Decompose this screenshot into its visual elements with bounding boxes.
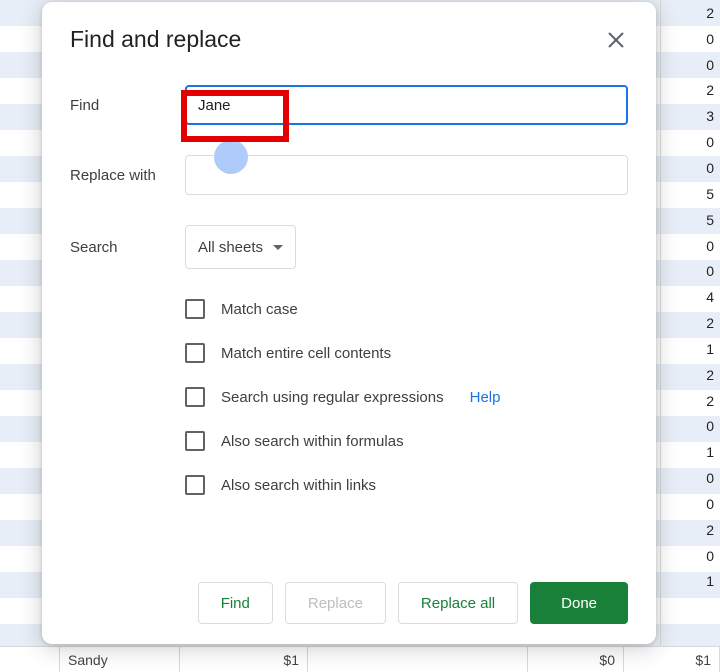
dialog-buttons: Find Replace Replace all Done [70,582,628,624]
right-col-cell: 1 [661,336,720,362]
within-links-checkbox[interactable] [185,475,205,495]
match-entire-checkbox[interactable] [185,343,205,363]
search-scope-select[interactable]: All sheets [185,225,296,269]
right-col-cell: 3 [661,103,720,129]
right-col-cell: 0 [661,543,720,569]
search-scope-value: All sheets [198,239,263,256]
right-col-cell: 5 [661,207,720,233]
find-input[interactable] [185,85,628,125]
right-col-cell: 0 [661,155,720,181]
bottom-val-c: $1 [695,652,711,668]
match-case-checkbox[interactable] [185,299,205,319]
right-col-cell: 2 [661,78,720,104]
find-button[interactable]: Find [198,582,273,624]
right-col-cell: 2 [661,362,720,388]
right-col-cell: 5 [661,181,720,207]
rightmost-column: 20023005500421220100201 [660,0,720,672]
right-col-cell: 1 [661,439,720,465]
within-links-label: Also search within links [221,477,376,494]
find-label: Find [70,97,185,114]
right-col-cell: 1 [661,569,720,595]
right-col-cell: 0 [661,233,720,259]
right-col-cell: 0 [661,414,720,440]
regex-checkbox[interactable] [185,387,205,407]
options-group: Match case Match entire cell contents Se… [185,299,628,495]
replace-button[interactable]: Replace [285,582,386,624]
regex-label: Search using regular expressions [221,389,444,406]
right-col-cell: 0 [661,26,720,52]
match-entire-label: Match entire cell contents [221,345,391,362]
right-col-cell [661,620,720,646]
right-col-cell: 0 [661,52,720,78]
bottom-row: Sandy $1 $0 $1 [0,646,720,672]
right-col-cell: 0 [661,465,720,491]
dialog-title: Find and replace [70,26,241,53]
bottom-val-a: $1 [283,652,299,668]
replace-input[interactable] [185,155,628,195]
right-col-cell: 0 [661,129,720,155]
regex-help-link[interactable]: Help [470,389,501,406]
within-formulas-label: Also search within formulas [221,433,404,450]
right-col-cell: 2 [661,310,720,336]
chevron-down-icon [273,245,283,250]
right-col-cell: 2 [661,0,720,26]
done-button[interactable]: Done [530,582,628,624]
right-col-cell: 2 [661,388,720,414]
right-col-cell: 4 [661,284,720,310]
close-icon[interactable] [604,28,628,52]
within-formulas-checkbox[interactable] [185,431,205,451]
bottom-val-b: $0 [599,652,615,668]
right-col-cell [661,594,720,620]
find-replace-dialog: Find and replace Find Replace with Searc… [42,2,656,644]
right-col-cell: 0 [661,491,720,517]
right-col-cell: 2 [661,517,720,543]
match-case-label: Match case [221,301,298,318]
replace-all-button[interactable]: Replace all [398,582,518,624]
search-label: Search [70,239,185,256]
replace-label: Replace with [70,167,185,184]
bottom-name-cell: Sandy [68,652,108,668]
right-col-cell: 0 [661,258,720,284]
